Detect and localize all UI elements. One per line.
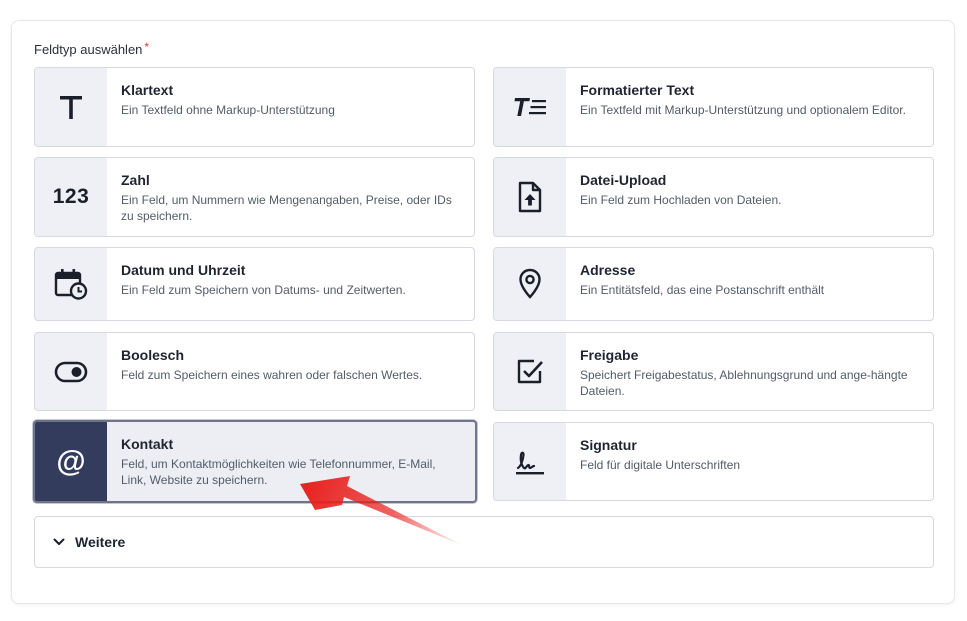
- card-description: Feld für digitale Unterschriften: [580, 458, 741, 472]
- at-sign-icon: @: [35, 422, 107, 501]
- more-field-types-toggle[interactable]: Weitere: [34, 516, 934, 568]
- card-title: Boolesch: [121, 347, 185, 363]
- signature-icon: [494, 423, 566, 500]
- field-type-card-zahl[interactable]: 123 Zahl Ein Feld, um Nummern wie Mengen…: [34, 157, 475, 237]
- card-title: Datei-Upload: [580, 172, 667, 188]
- section-label: Feldtyp auswählen *: [34, 40, 150, 57]
- card-description: Ein Entitätsfeld, das eine Postanschrift…: [580, 283, 825, 297]
- field-type-card-boolesch[interactable]: Boolesch Feld zum Speichern eines wahren…: [34, 332, 475, 411]
- number-123-icon: 123: [35, 158, 107, 236]
- field-type-card-datum-und-uhrzeit[interactable]: Datum und Uhrzeit Ein Feld zum Speichern…: [34, 247, 475, 321]
- card-title: Zahl: [121, 172, 150, 188]
- number-icon-glyph: 123: [52, 185, 90, 208]
- formatted-text-icon: [494, 68, 566, 146]
- card-description: Ein Feld zum Hochladen von Dateien.: [580, 193, 782, 207]
- field-type-card-datei-upload[interactable]: Datei-Upload Ein Feld zum Hochladen von …: [493, 157, 934, 237]
- card-title: Freigabe: [580, 347, 639, 363]
- location-pin-icon: [494, 248, 566, 320]
- field-type-card-adresse[interactable]: Adresse Ein Entitätsfeld, das eine Posta…: [493, 247, 934, 321]
- field-type-card-klartext[interactable]: Klartext Ein Textfeld ohne Markup-Unters…: [34, 67, 475, 147]
- file-upload-icon: [494, 158, 566, 236]
- toggle-icon: [35, 333, 107, 410]
- checkbox-icon: [494, 333, 566, 410]
- field-type-card-kontakt[interactable]: @ Kontakt Feld, um Kontaktmöglichkeiten …: [33, 420, 477, 503]
- card-description: Ein Textfeld ohne Markup-Unterstützung: [121, 103, 335, 117]
- card-description: Feld zum Speichern eines wahren oder fal…: [121, 368, 423, 382]
- required-mark: *: [144, 40, 150, 54]
- at-sign-glyph: @: [56, 444, 86, 478]
- calendar-clock-icon: [35, 248, 107, 320]
- field-type-card-formatierter-text[interactable]: Formatierter Text Ein Textfeld mit Marku…: [493, 67, 934, 147]
- card-description: Ein Feld zum Speichern von Datums- und Z…: [121, 283, 406, 297]
- card-description: Speichert Freigabestatus, Ablehnungsgrun…: [580, 368, 908, 398]
- text-t-icon: [35, 68, 107, 146]
- more-label: Weitere: [75, 534, 126, 550]
- card-description: Feld, um Kontaktmöglichkeiten wie Telefo…: [121, 457, 436, 487]
- chevron-down-icon: [53, 538, 65, 545]
- field-type-card-freigabe[interactable]: Freigabe Speichert Freigabestatus, Ableh…: [493, 332, 934, 411]
- card-title: Kontakt: [121, 436, 174, 452]
- section-label-text: Feldtyp auswählen: [34, 42, 143, 57]
- field-type-card-signatur[interactable]: Signatur Feld für digitale Unterschrifte…: [493, 422, 934, 501]
- card-title: Datum und Uhrzeit: [121, 262, 246, 278]
- card-description: Ein Textfeld mit Markup-Unterstützung un…: [580, 103, 906, 117]
- card-title: Formatierter Text: [580, 82, 695, 98]
- card-description: Ein Feld, um Nummern wie Mengenangaben, …: [121, 193, 452, 223]
- card-title: Adresse: [580, 262, 636, 278]
- card-title: Klartext: [121, 82, 174, 98]
- card-title: Signatur: [580, 437, 637, 453]
